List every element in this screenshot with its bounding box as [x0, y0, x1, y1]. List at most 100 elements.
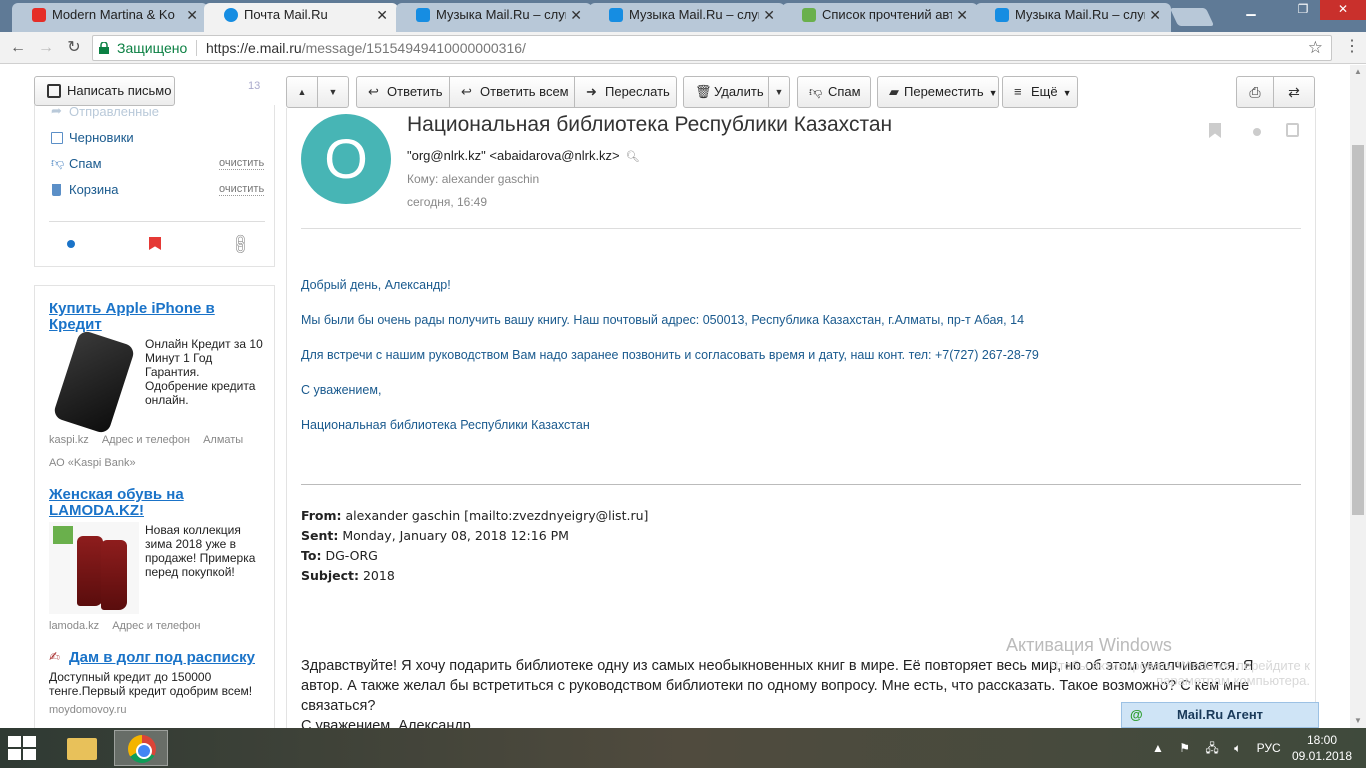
- windows-logo-icon: [8, 749, 21, 760]
- network-icon[interactable]: 🖧︎: [1205, 741, 1218, 755]
- boots-image[interactable]: [49, 522, 139, 614]
- ad-company: АО «Kaspi Bank»: [49, 457, 136, 469]
- scroll-thumb[interactable]: [1352, 145, 1364, 515]
- ad-contacts-link[interactable]: Адрес и телефон: [112, 620, 200, 632]
- unread-filter-icon[interactable]: [67, 240, 75, 248]
- folder-drafts[interactable]: Черновики: [51, 130, 134, 145]
- tab-mail[interactable]: Почта Mail.Ru ✕: [204, 3, 398, 32]
- windows-taskbar: ▲ ⚑ 🖧︎ 🔈︎ РУС 18:00 09.01.2018: [0, 728, 1366, 768]
- folder-spam[interactable]: 👎︎ Спам: [51, 155, 102, 171]
- new-tab-button[interactable]: [1169, 8, 1215, 26]
- sender-line: "org@nlrk.kz" <abaidarova@nlrk.kz> 🔍︎: [407, 148, 640, 163]
- translate-button[interactable]: ⇄: [1273, 76, 1315, 108]
- clock[interactable]: 18:00 09.01.2018: [1290, 732, 1354, 764]
- ad-text: Онлайн Кредит за 10 Минут 1 Год Гарантия…: [145, 337, 263, 407]
- ad-domain[interactable]: moydomovoy.ru: [49, 704, 126, 716]
- tab-music-1[interactable]: Музыка Mail.Ru – слуша ✕: [396, 3, 592, 32]
- print-button[interactable]: ⎙: [1236, 76, 1274, 108]
- ad-block: Купить Apple iPhone в Кредит Онлайн Кред…: [34, 285, 275, 728]
- tab-label: Музыка Mail.Ru – слуша: [1015, 7, 1145, 22]
- clear-trash-link[interactable]: очистить: [219, 183, 265, 196]
- reply-all-button[interactable]: ↩ Ответить всем: [449, 76, 575, 108]
- tab-close-icon[interactable]: ✕: [376, 3, 388, 27]
- close-window-button[interactable]: ✕: [1320, 0, 1366, 20]
- page-scrollbar[interactable]: ▲ ▼: [1350, 65, 1366, 728]
- clear-spam-link[interactable]: очистить: [219, 157, 265, 170]
- delete-button[interactable]: 🗑︎ Удалить: [683, 76, 769, 108]
- forward-arrow-icon[interactable]: →: [34, 36, 58, 60]
- ad-city: Алматы: [203, 434, 244, 446]
- spam-button[interactable]: 👎︎ Спам: [797, 76, 871, 108]
- url-divider: [196, 40, 197, 56]
- ad-contacts-link[interactable]: Адрес и телефон: [102, 434, 190, 446]
- caret-down-icon: ▼: [988, 88, 998, 98]
- scroll-down-icon[interactable]: ▼: [1350, 714, 1366, 728]
- folder-trash[interactable]: Корзина: [51, 182, 119, 197]
- mailru-agent-bar[interactable]: @ Mail.Ru Агент: [1121, 702, 1319, 728]
- tab-close-icon[interactable]: ✕: [186, 3, 198, 27]
- taskbar-explorer[interactable]: [54, 730, 108, 766]
- move-label: Переместить: [904, 84, 984, 99]
- minimize-button[interactable]: ▁: [1236, 0, 1266, 20]
- start-button[interactable]: [8, 736, 38, 760]
- tab-reading-list[interactable]: Список прочтений авто ✕: [782, 3, 978, 32]
- tab-close-icon[interactable]: ✕: [1149, 3, 1161, 27]
- bookmark-icon[interactable]: [1209, 123, 1221, 138]
- maximize-button[interactable]: ❐: [1288, 0, 1318, 20]
- tab-music-2[interactable]: Музыка Mail.Ru – слуша ✕: [589, 3, 785, 32]
- trash-icon: 🗑︎: [695, 84, 712, 99]
- youtube-icon: [32, 8, 46, 22]
- fwd-value: DG-ORG: [325, 548, 378, 563]
- tab-label: Музыка Mail.Ru – слуша: [436, 7, 566, 22]
- ad-title[interactable]: Купить Apple iPhone в Кредит: [49, 301, 219, 333]
- reply-button[interactable]: ↩ Ответить: [356, 76, 450, 108]
- volume-icon[interactable]: 🔈︎: [1234, 741, 1241, 755]
- sender-address[interactable]: "org@nlrk.kz" <abaidarova@nlrk.kz>: [407, 148, 620, 163]
- fwd-value: 2018: [362, 568, 395, 583]
- folder-sent[interactable]: ➦ Отправленные: [51, 103, 159, 119]
- taskbar-chrome[interactable]: [114, 730, 168, 766]
- read-status-icon[interactable]: [1253, 128, 1261, 136]
- agent-icon: @: [1130, 707, 1143, 722]
- address-bar[interactable]: Защищено https://e.mail.ru/message/15154…: [92, 35, 1332, 61]
- chrome-menu-icon[interactable]: ⋮: [1344, 36, 1360, 58]
- ad-domain[interactable]: kaspi.kz: [49, 434, 89, 446]
- tab-close-icon[interactable]: ✕: [570, 3, 582, 27]
- next-message-button[interactable]: ▼: [317, 76, 349, 108]
- search-icon[interactable]: 🔍︎: [626, 151, 640, 163]
- bookmark-star-icon[interactable]: ☆: [1308, 36, 1323, 60]
- compose-button[interactable]: Написать письмо: [34, 76, 175, 106]
- url-text[interactable]: https://e.mail.ru/message/15154949410000…: [206, 36, 526, 60]
- sent-count-badge: 13: [248, 80, 261, 92]
- tab-youtube[interactable]: Modern Martina & Ko ✕: [12, 3, 208, 32]
- fwd-to-line: To: DG-ORG: [301, 548, 378, 563]
- iphone-image[interactable]: [52, 329, 136, 435]
- delete-label: Удалить: [714, 84, 764, 99]
- chrome-icon: [128, 735, 156, 763]
- windows-logo-icon: [23, 749, 36, 760]
- tab-close-icon[interactable]: ✕: [956, 3, 968, 27]
- forward-button[interactable]: ➜ Переслать: [574, 76, 677, 108]
- tray-expand-icon[interactable]: ▲: [1152, 741, 1164, 755]
- ad-domain[interactable]: lamoda.kz: [49, 620, 99, 632]
- more-button[interactable]: ≡ Ещё ▼: [1002, 76, 1078, 108]
- back-arrow-icon[interactable]: ←: [6, 36, 30, 60]
- recipient-name[interactable]: alexander gaschin: [442, 172, 539, 186]
- move-button[interactable]: ▰ Переместить ▼: [877, 76, 999, 108]
- flagged-filter-icon[interactable]: [149, 237, 161, 250]
- attachment-filter-icon[interactable]: 🔗︎: [227, 231, 253, 257]
- music-icon: [995, 8, 1009, 22]
- tab-close-icon[interactable]: ✕: [763, 3, 775, 27]
- clock-icon[interactable]: [1286, 123, 1299, 137]
- tab-music-3[interactable]: Музыка Mail.Ru – слуша ✕: [975, 3, 1171, 32]
- secure-label: Защищено: [117, 40, 188, 56]
- ad-title[interactable]: Дам в долг под расписку: [69, 650, 269, 666]
- delete-dropdown-button[interactable]: ▼: [768, 76, 790, 108]
- thumb-down-icon: 👎︎: [51, 155, 65, 170]
- language-indicator[interactable]: РУС: [1257, 741, 1281, 755]
- prev-message-button[interactable]: ▲: [286, 76, 318, 108]
- reload-icon[interactable]: ↻: [62, 36, 86, 60]
- scroll-up-icon[interactable]: ▲: [1350, 65, 1366, 79]
- ad-title[interactable]: Женская обувь на LAMODA.KZ!: [49, 487, 209, 519]
- action-center-flag-icon[interactable]: ⚑: [1179, 741, 1190, 755]
